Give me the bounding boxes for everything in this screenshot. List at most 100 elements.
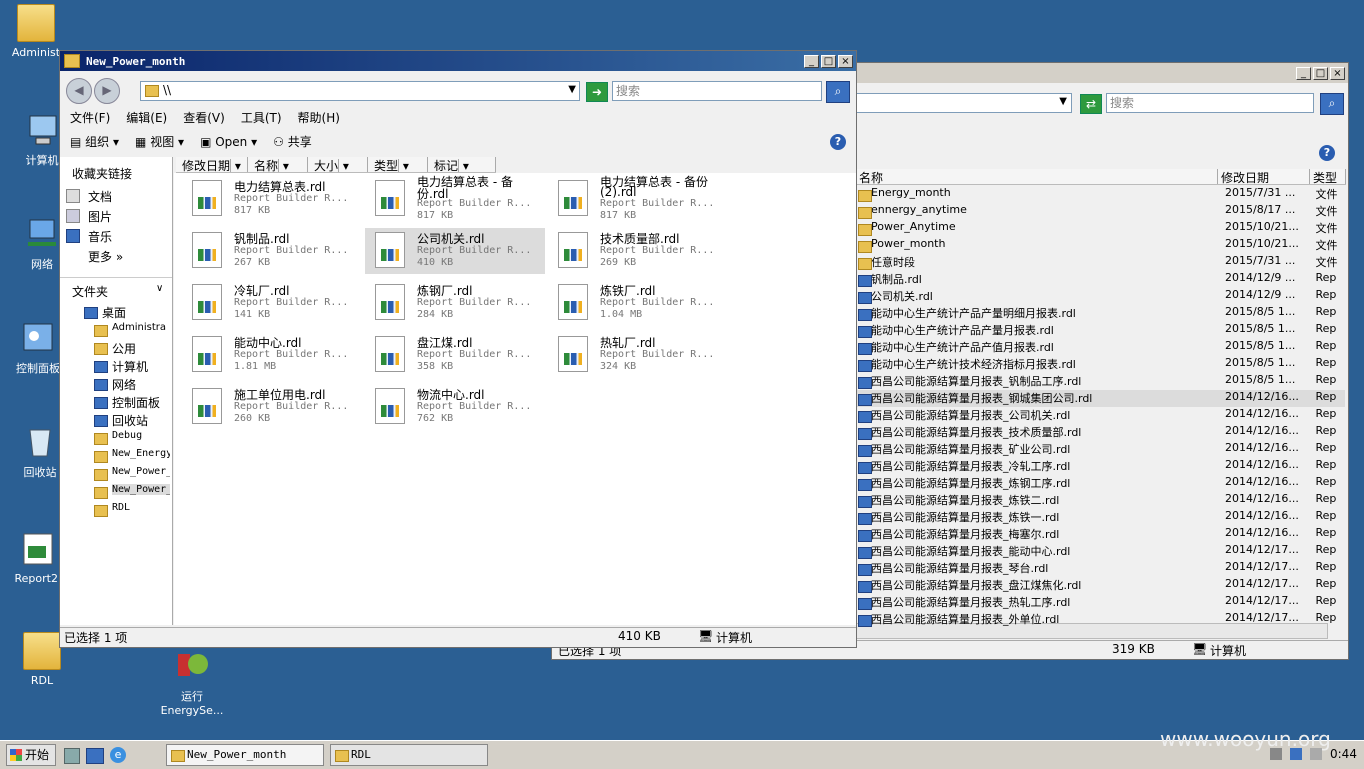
organize-button[interactable]: ▤ 组织 ▾ — [70, 133, 119, 150]
back-file-row[interactable]: Power_Anytime 2015/10/21... 文件 — [857, 220, 1345, 237]
back-file-row[interactable]: 西昌公司能源结算量月报表_公司机关.rdl 2014/12/16... Rep — [857, 407, 1345, 424]
file-tile[interactable]: 能动中心.rdl Report Builder R... 1.81 MB — [182, 332, 362, 378]
tree-item[interactable]: New_Energy — [112, 448, 170, 459]
back-address-bar[interactable]: ▼ — [852, 93, 1072, 113]
tray-icon[interactable] — [1270, 748, 1282, 760]
minimize-button[interactable]: _ — [804, 54, 819, 68]
file-tile[interactable]: 公司机关.rdl Report Builder R... 410 KB — [365, 228, 545, 274]
internet-explorer-icon[interactable]: e — [110, 747, 126, 763]
tree-item[interactable]: New_Power_ — [112, 466, 170, 477]
taskbar-item-rdl[interactable]: RDL — [330, 744, 488, 766]
back-file-row[interactable]: 西昌公司能源结算量月报表_钢城集团公司.rdl 2014/12/16... Rep — [857, 390, 1345, 407]
chevron-down-icon[interactable]: ▼ — [568, 84, 576, 95]
file-tile[interactable]: 盘江煤.rdl Report Builder R... 358 KB — [365, 332, 545, 378]
front-window-titlebar[interactable]: New_Power_month _ □ × — [60, 51, 856, 71]
back-file-row[interactable]: 西昌公司能源结算量月报表_炼铁二.rdl 2014/12/16... Rep — [857, 492, 1345, 509]
favorite-pictures[interactable]: 图片 — [88, 208, 112, 225]
back-column-header[interactable]: 名称 修改日期 类型 — [856, 169, 1346, 185]
column-header[interactable]: 修改日期 ▾ 名称 ▾ 大小 ▾ 类型 ▾ 标记 ▾ — [176, 157, 496, 173]
back-file-row[interactable]: 西昌公司能源结算量月报表_炼铁一.rdl 2014/12/16... Rep — [857, 509, 1345, 526]
go-icon[interactable]: ➜ — [586, 82, 608, 102]
col-type[interactable]: 类型 ▾ — [368, 157, 428, 172]
folders-title[interactable]: 文件夹 — [72, 283, 108, 300]
search-icon[interactable]: ⌕ — [1320, 93, 1344, 115]
col-tags[interactable]: 标记 ▾ — [428, 157, 496, 172]
menu-edit[interactable]: 编辑(E) — [126, 109, 167, 126]
tree-item[interactable]: 控制面板 — [112, 394, 160, 411]
back-file-row[interactable]: ennergy_anytime 2015/8/17 ... 文件 — [857, 203, 1345, 220]
menu-view[interactable]: 查看(V) — [183, 109, 225, 126]
close-button[interactable]: × — [1330, 66, 1345, 80]
back-file-row[interactable]: Energy_month 2015/7/31 ... 文件 — [857, 186, 1345, 203]
back-file-row[interactable]: 能动中心生产统计产品产值月报表.rdl 2015/8/5 1... Rep — [857, 339, 1345, 356]
back-file-row[interactable]: 西昌公司能源结算量月报表_热轧工序.rdl 2014/12/17... Rep — [857, 594, 1345, 611]
col-type[interactable]: 类型 — [1310, 169, 1346, 184]
server-manager-icon[interactable] — [64, 748, 80, 764]
desktop-icon-run-energyse[interactable]: 运行 EnergySe... — [160, 648, 224, 717]
file-tile[interactable]: 钒制品.rdl Report Builder R... 267 KB — [182, 228, 362, 274]
back-file-row[interactable]: 西昌公司能源结算量月报表_矿业公司.rdl 2014/12/16... Rep — [857, 441, 1345, 458]
file-tile[interactable]: 热轧厂.rdl Report Builder R... 324 KB — [548, 332, 728, 378]
back-file-row[interactable]: 能动中心生产统计产品产量明细月报表.rdl 2015/8/5 1... Rep — [857, 305, 1345, 322]
tree-item[interactable]: 网络 — [112, 376, 136, 393]
help-icon[interactable]: ? — [830, 134, 846, 150]
chevron-down-icon[interactable]: ▼ — [1059, 96, 1067, 107]
menu-tools[interactable]: 工具(T) — [241, 109, 282, 126]
tree-item[interactable]: New_Power_ — [112, 484, 170, 495]
search-input[interactable]: 搜索 — [612, 81, 822, 101]
back-file-row[interactable]: 任意时段 2015/7/31 ... 文件 — [857, 254, 1345, 271]
show-desktop-icon[interactable] — [86, 748, 104, 764]
back-file-row[interactable]: 钒制品.rdl 2014/12/9 ... Rep — [857, 271, 1345, 288]
tree-item[interactable]: 计算机 — [112, 358, 148, 375]
chevron-down-icon[interactable]: ∨ — [156, 283, 163, 294]
forward-arrow-icon[interactable]: ▶ — [94, 78, 120, 104]
go-icon[interactable]: ⇄ — [1080, 94, 1102, 114]
tree-item[interactable]: 公用 — [112, 340, 136, 357]
search-icon[interactable]: ⌕ — [826, 81, 850, 103]
back-file-row[interactable]: 西昌公司能源结算量月报表_技术质量部.rdl 2014/12/16... Rep — [857, 424, 1345, 441]
file-tile[interactable]: 物流中心.rdl Report Builder R... 762 KB — [365, 384, 545, 430]
file-tile[interactable]: 施工单位用电.rdl Report Builder R... 260 KB — [182, 384, 362, 430]
back-file-row[interactable]: 西昌公司能源结算量月报表_梅塞尔.rdl 2014/12/16... Rep — [857, 526, 1345, 543]
back-arrow-icon[interactable]: ◀ — [66, 78, 92, 104]
tree-item[interactable]: Administra — [112, 322, 166, 333]
file-tile[interactable]: 电力结算总表.rdl Report Builder R... 817 KB — [182, 176, 362, 222]
back-file-row[interactable]: Power_month 2015/10/21... 文件 — [857, 237, 1345, 254]
back-file-row[interactable]: 西昌公司能源结算量月报表_钒制品工序.rdl 2015/8/5 1... Rep — [857, 373, 1345, 390]
taskbar-item-new-power-month[interactable]: New_Power_month — [166, 744, 324, 766]
file-tile[interactable]: 冷轧厂.rdl Report Builder R... 141 KB — [182, 280, 362, 326]
file-tile[interactable]: 炼钢厂.rdl Report Builder R... 284 KB — [365, 280, 545, 326]
favorite-more[interactable]: 更多 » — [88, 248, 123, 265]
favorite-documents[interactable]: 文档 — [88, 188, 112, 205]
back-search-input[interactable]: 搜索 — [1106, 93, 1314, 113]
views-button[interactable]: ▦ 视图 ▾ — [135, 133, 184, 150]
favorite-music[interactable]: 音乐 — [88, 228, 112, 245]
close-button[interactable]: × — [838, 54, 853, 68]
col-date[interactable]: 修改日期 — [1218, 169, 1310, 184]
file-tile[interactable]: 电力结算总表 - 备份 (2).rdl Report Builder R... 817… — [548, 175, 728, 222]
back-file-row[interactable]: 西昌公司能源结算量月报表_冷轧工序.rdl 2014/12/16... Rep — [857, 458, 1345, 475]
col-name[interactable]: 名称 — [856, 169, 1218, 184]
back-file-row[interactable]: 西昌公司能源结算量月报表_盘江煤焦化.rdl 2014/12/17... Rep — [857, 577, 1345, 594]
file-tile[interactable]: 炼铁厂.rdl Report Builder R... 1.04 MB — [548, 280, 728, 326]
back-file-row[interactable]: 公司机关.rdl 2014/12/9 ... Rep — [857, 288, 1345, 305]
tree-item[interactable]: 回收站 — [112, 412, 148, 429]
back-file-row[interactable]: 西昌公司能源结算量月报表_外单位.rdl 2014/12/17... Rep — [857, 611, 1345, 628]
back-file-row[interactable]: 西昌公司能源结算量月报表_琴台.rdl 2014/12/17... Rep — [857, 560, 1345, 577]
back-file-row[interactable]: 西昌公司能源结算量月报表_炼钢工序.rdl 2014/12/16... Rep — [857, 475, 1345, 492]
open-button[interactable]: ▣ Open ▾ — [200, 135, 257, 149]
col-modified[interactable]: 修改日期 ▾ — [176, 157, 248, 172]
maximize-button[interactable]: □ — [1313, 66, 1328, 80]
file-tile[interactable]: 技术质量部.rdl Report Builder R... 269 KB — [548, 228, 728, 274]
volume-icon[interactable] — [1310, 748, 1322, 760]
menu-file[interactable]: 文件(F) — [70, 109, 110, 126]
back-file-row[interactable]: 能动中心生产统计产品产量月报表.rdl 2015/8/5 1... Rep — [857, 322, 1345, 339]
col-name[interactable]: 名称 ▾ — [248, 157, 308, 172]
menu-help[interactable]: 帮助(H) — [298, 109, 340, 126]
file-tile[interactable]: 电力结算总表 - 备份.rdl Report Builder R... 817 KB — [365, 175, 545, 222]
col-size[interactable]: 大小 ▾ — [308, 157, 368, 172]
tree-item[interactable]: RDL — [112, 502, 130, 513]
maximize-button[interactable]: □ — [821, 54, 836, 68]
clock[interactable]: 0:44 — [1330, 747, 1357, 761]
tree-item[interactable]: Debug — [112, 430, 142, 441]
